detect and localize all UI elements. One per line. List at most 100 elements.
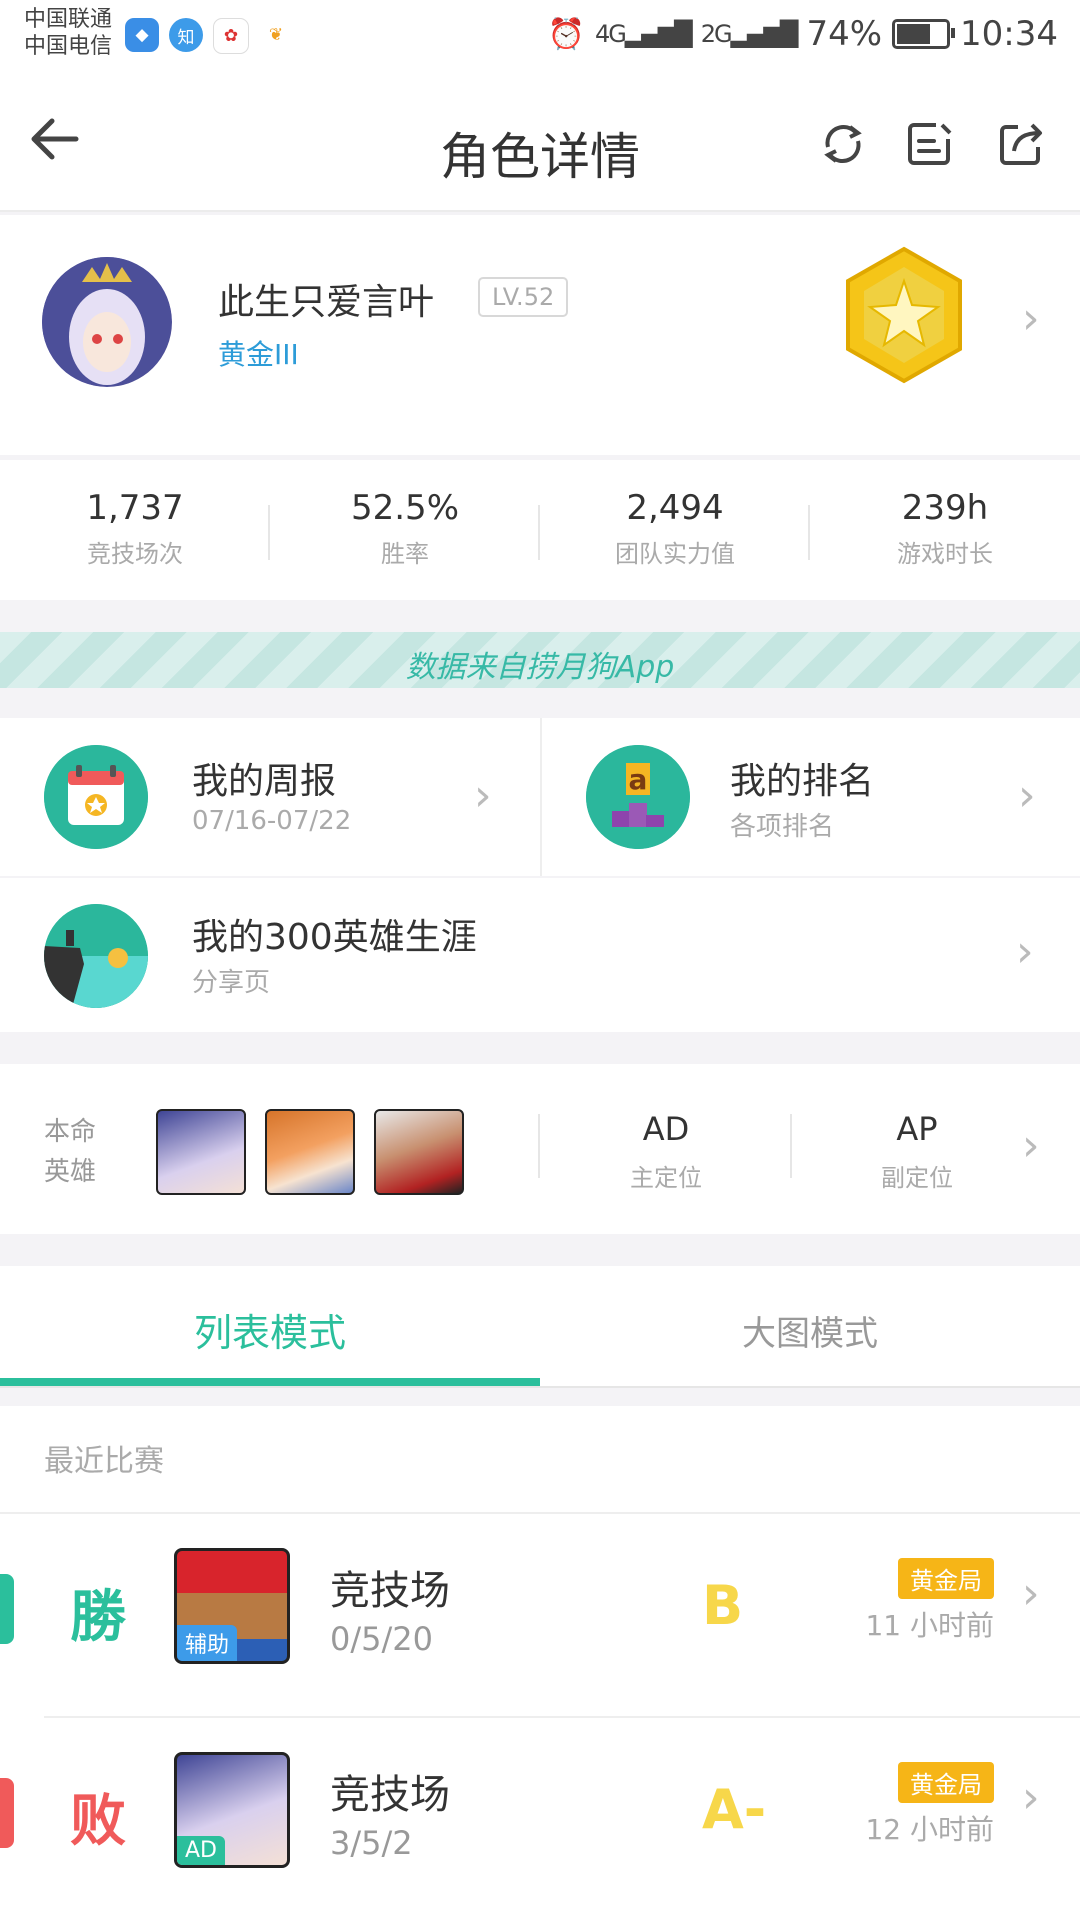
podium-icon: a [586,745,690,849]
match-kda: 0/5/20 [330,1620,433,1658]
chevron-right-icon: › [1022,1120,1040,1171]
match-mode: 竞技场 [330,1568,450,1614]
heroes-label-line1: 本命 [44,1117,97,1147]
chevron-right-icon: › [474,770,492,821]
favorite-heroes-row[interactable]: 本命 英雄 AD 主定位 AP 副定位 › [0,1064,1080,1234]
stat-matches: 1,737 竞技场次 [0,460,270,600]
carrier-info: 中国联通 中国电信 [24,6,112,60]
divider [790,1114,792,1178]
alarm-icon: ⏰ [547,16,586,52]
signal-4g-icon: 4G▂▄▆█ [595,20,693,48]
chevron-right-icon: › [1022,293,1040,344]
battery-percent: 74% [806,14,883,54]
career-title: 我的300英雄生涯 [192,917,477,958]
recent-heading: 最近比赛 [44,1444,164,1479]
match-hero-avatar: AD [174,1752,290,1868]
shield-icon: ◆ [125,18,159,52]
hero-avatar-1[interactable] [156,1109,246,1195]
career-subtitle: 分享页 [192,968,271,998]
stats-row: 1,737 竞技场次 52.5% 胜率 2,494 团队实力值 239h 游戏时… [0,460,1080,600]
butterfly-icon: ❦ [259,18,293,52]
stat-winrate: 52.5% 胜率 [270,460,540,600]
banner-text: 数据来自捞月狗App [405,650,675,685]
match-grade: B [702,1574,744,1637]
heroes-label: 本命 英雄 [44,1112,96,1192]
stat-team-power: 2,494 团队实力值 [540,460,810,600]
recent-matches: 最近比赛 勝 辅助 竞技场 0/5/20 B 黄金局 11 小时前 › 败 AD… [0,1406,1080,1920]
baidu-icon: ✿ [213,18,249,54]
svg-text:a: a [629,763,648,796]
match-row[interactable]: 败 AD 竞技场 3/5/2 A- 黄金局 12 小时前 › [0,1716,1080,1920]
stat-label: 竞技场次 [87,540,183,568]
match-kda: 3/5/2 [330,1824,413,1862]
stat-value: 1,737 [86,488,184,528]
tier-badge: 黄金局 [898,1762,994,1803]
role-tag: 辅助 [177,1625,238,1661]
tier-badge: 黄金局 [898,1558,994,1599]
weekly-report-card[interactable]: 我的周报 07/16-07/22 › [0,718,542,876]
career-card[interactable]: 我的300英雄生涯 分享页 › [0,878,1080,1032]
match-row[interactable]: 勝 辅助 竞技场 0/5/20 B 黄金局 11 小时前 › [0,1512,1080,1716]
loss-indicator [0,1778,14,1848]
notification-icons: ◆ 知 ✿ ❦ [125,18,293,54]
match-result: 勝 [70,1585,126,1650]
weekly-title: 我的周报 [192,761,337,802]
clock: 10:34 [960,14,1058,54]
match-time: 11 小时前 [865,1609,994,1642]
weekly-date-range: 07/16-07/22 [192,806,352,836]
match-time: 12 小时前 [865,1813,994,1846]
carrier-2: 中国电信 [24,34,113,59]
level-badge: LV.52 [478,277,569,317]
stat-value: 2,494 [626,488,724,528]
stat-value: 239h [901,488,989,528]
heroes-label-line2: 英雄 [44,1157,97,1187]
status-bar: 中国联通 中国电信 ◆ 知 ✿ ❦ ⏰ 4G▂▄▆█ 2G▂▄▆█ 74% 10… [0,0,1080,75]
sub-position-value: AP [896,1110,938,1148]
chevron-right-icon: › [1018,770,1036,821]
player-name: 此生只爱言叶 [218,282,435,323]
avatar [42,257,172,387]
stat-value: 52.5% [350,488,459,528]
zhihu-icon: 知 [169,18,203,52]
main-position-value: AD [642,1110,690,1148]
sub-position: AP 副定位 [812,1110,1022,1193]
chevron-right-icon: › [1016,926,1034,977]
ranking-card[interactable]: a 我的排名 各项排名 › [542,718,1080,876]
battery-icon [892,19,956,49]
status-right: ⏰ 4G▂▄▆█ 2G▂▄▆█ 74% 10:34 [548,14,1058,54]
role-tag: AD [177,1836,225,1865]
main-position-label: 主定位 [630,1164,702,1192]
tab-grid-mode[interactable]: 大图模式 [540,1306,1080,1355]
stat-label: 胜率 [381,540,429,568]
stat-label: 团队实力值 [615,540,735,568]
rank-label: 黄金III [218,338,299,371]
view-mode-tabs: 列表模式 大图模式 [0,1266,1080,1388]
signal-2g-icon: 2G▂▄▆█ [700,20,799,48]
tab-list-mode[interactable]: 列表模式 [0,1302,540,1357]
share-icon[interactable] [996,119,1046,169]
hero-avatar-3[interactable] [374,1109,464,1195]
match-result: 败 [70,1789,126,1854]
match-grade: A- [702,1778,767,1841]
calendar-icon [44,745,148,849]
refresh-icon[interactable] [818,119,868,169]
profile-card[interactable]: 此生只爱言叶 LV.52 黄金III › [0,215,1080,455]
tab-underline [0,1378,540,1386]
hero-avatar-2[interactable] [265,1109,355,1195]
chevron-right-icon: › [1022,1568,1040,1619]
chevron-right-icon: › [1022,1772,1040,1823]
divider [538,1114,540,1178]
sunset-cliff-icon [44,904,148,1008]
match-mode: 竞技场 [330,1772,450,1818]
ranking-subtitle: 各项排名 [730,812,835,842]
carrier-1: 中国联通 [24,7,113,32]
match-hero-avatar: 辅助 [174,1548,290,1664]
data-source-banner: 数据来自捞月狗App [0,632,1080,688]
gold-rank-badge-icon [846,246,962,384]
win-indicator [0,1574,14,1644]
main-position: AD 主定位 [560,1110,772,1193]
ranking-title: 我的排名 [730,761,875,802]
edit-icon[interactable] [904,119,954,169]
stat-playtime: 239h 游戏时长 [810,460,1080,600]
sub-position-label: 副定位 [881,1164,953,1192]
